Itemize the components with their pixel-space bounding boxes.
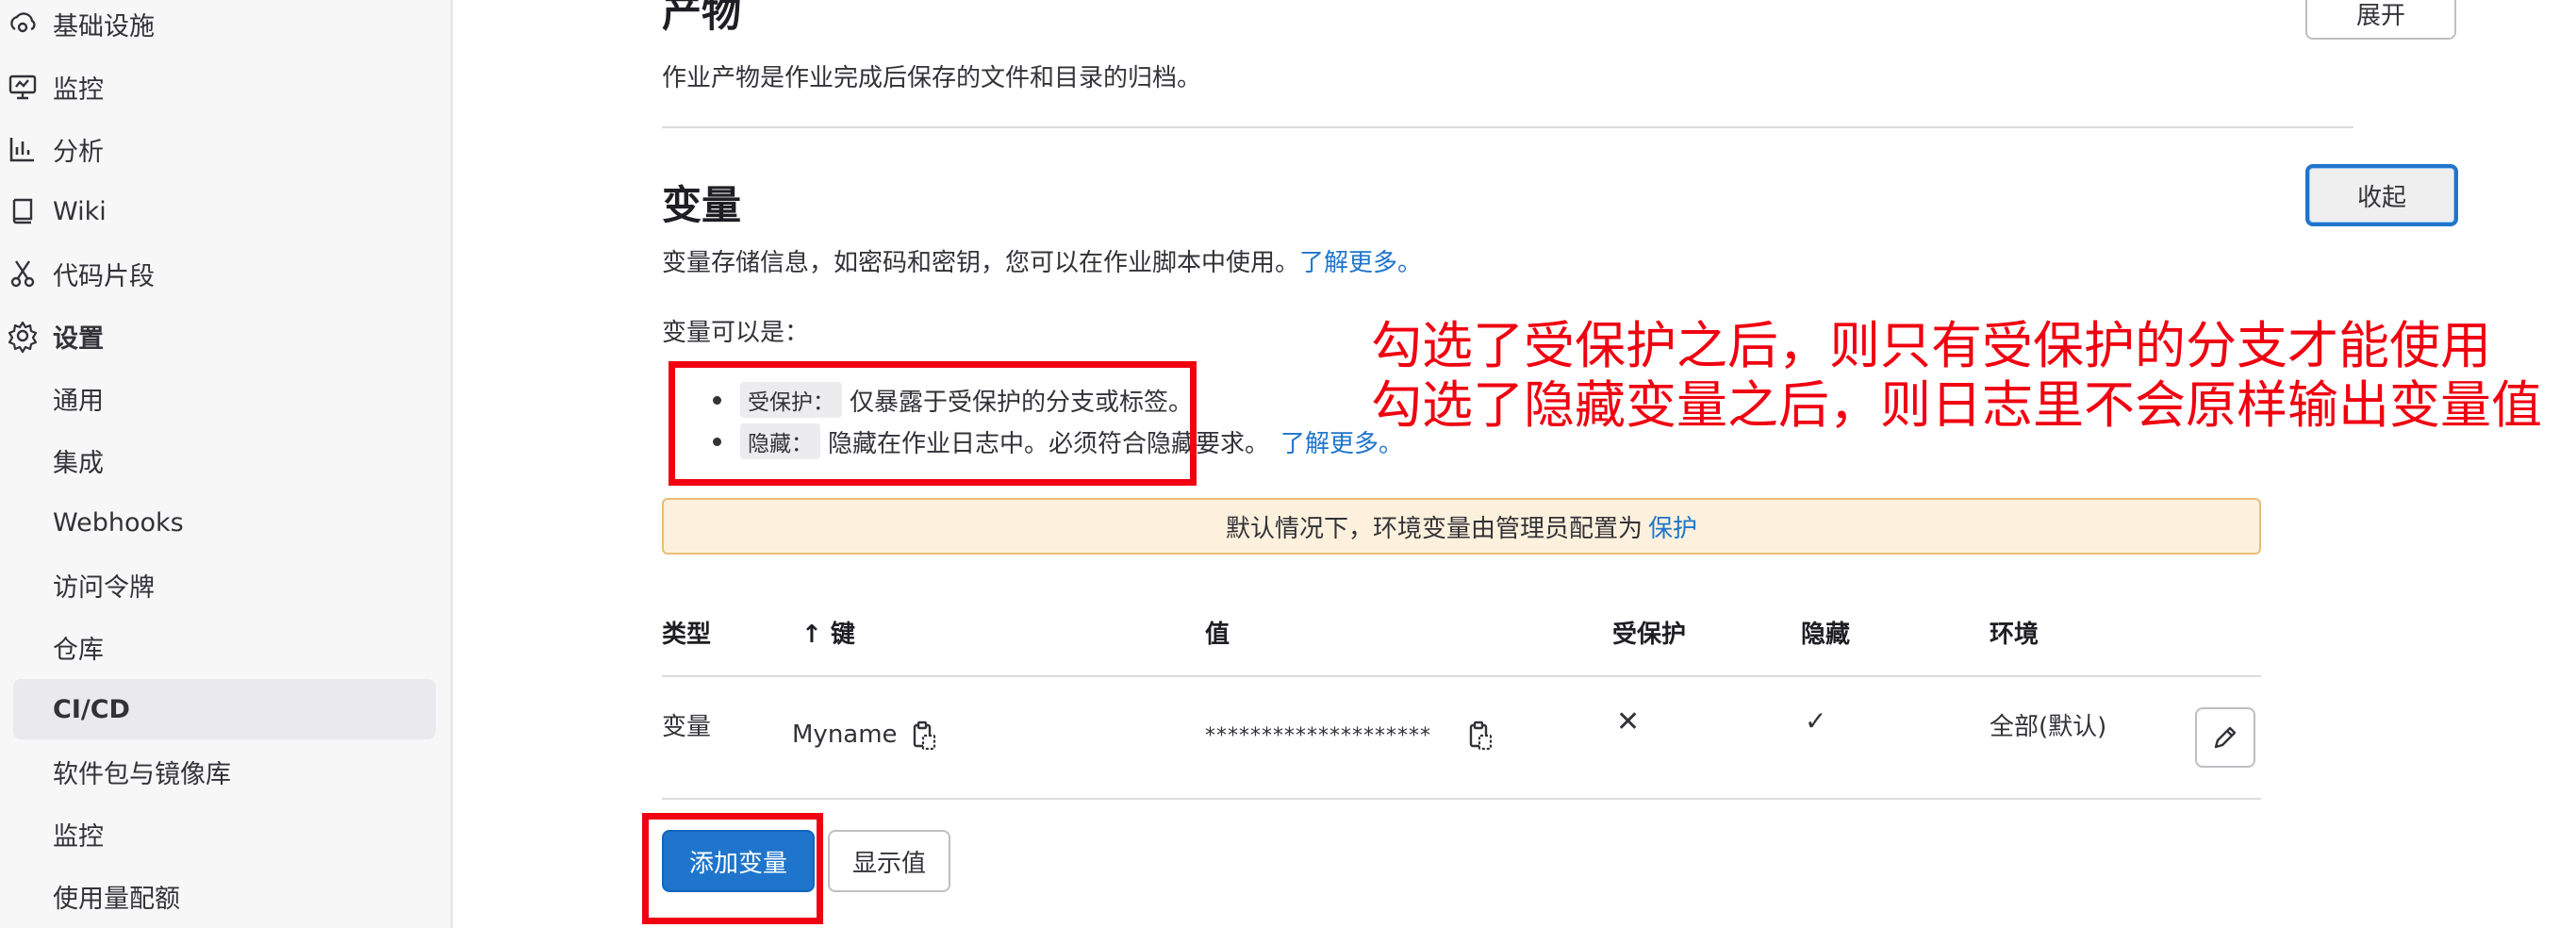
sidebar-item-webhooks[interactable]: Webhooks [0, 492, 434, 553]
cell-protected-x-icon: ✕ [1616, 705, 1641, 738]
sidebar-item-integrations[interactable]: 集成 [0, 430, 434, 490]
edit-variable-button[interactable] [2195, 707, 2255, 768]
gear-icon [8, 321, 38, 354]
annotation-highlight-box [669, 361, 1197, 486]
column-header-type: 类型 [662, 621, 712, 649]
sidebar-item-label: 监控 [53, 75, 104, 105]
cell-type: 变量 [662, 713, 712, 741]
sidebar-item-label: Wiki [53, 196, 107, 226]
sidebar-item-usage-quotas[interactable]: 使用量配额 [0, 866, 434, 926]
cell-value: ******************** [1205, 724, 1431, 748]
variables-title: 变量 [662, 182, 742, 228]
sidebar: 基础设施 监控 分析 Wiki 代码片段 设置 通用 集成 Webhooks 访… [0, 0, 453, 928]
sidebar-item-packages[interactable]: 软件包与镜像库 [0, 741, 434, 802]
sidebar-item-label: 仓库 [53, 635, 104, 665]
artifacts-description: 作业产物是作业完成后保存的文件和目录的归档。 [662, 64, 1202, 92]
chart-icon [9, 138, 34, 162]
sidebar-item-monitor-settings[interactable]: 监控 [0, 804, 434, 864]
sidebar-item-cicd[interactable]: CI/CD [13, 679, 436, 739]
sidebar-item-label: 通用 [53, 386, 104, 416]
cell-masked-check-icon: ✓ [1805, 705, 1827, 737]
table-row-divider [662, 798, 2261, 800]
variables-can-be-label: 变量可以是： [662, 319, 810, 347]
column-header-masked: 隐藏 [1801, 621, 1851, 649]
sidebar-item-general[interactable]: 通用 [0, 368, 434, 428]
sidebar-item-infrastructure[interactable]: 基础设施 [0, 0, 434, 54]
column-header-key[interactable]: ↑ 键 [801, 615, 855, 650]
scissors-icon [10, 260, 35, 288]
sidebar-item-settings[interactable]: 设置 [0, 306, 434, 366]
section-divider [662, 126, 2353, 128]
sidebar-item-label: 代码片段 [53, 261, 155, 291]
copy-key-icon[interactable] [913, 721, 937, 751]
table-header-divider [662, 675, 2261, 677]
artifacts-title: 产物 [662, 0, 742, 36]
column-header-protected: 受保护 [1612, 621, 1687, 649]
cloud-gear-icon [10, 12, 36, 33]
sidebar-item-access-tokens[interactable]: 访问令牌 [0, 555, 434, 615]
sidebar-item-label: 使用量配额 [53, 884, 180, 914]
main-content: 产物 展开 作业产物是作业完成后保存的文件和目录的归档。 变量 收起 变量存储信… [451, 0, 2576, 928]
variables-description: 变量存储信息，如密码和密钥，您可以在作业脚本中使用。了解更多。 [662, 243, 1422, 278]
learn-more-link[interactable]: 了解更多。 [1299, 249, 1422, 277]
annotation-text: 勾选了隐藏变量之后，则日志里不会原样输出变量值 [1371, 375, 2542, 435]
column-header-environment: 环境 [1990, 621, 2039, 649]
expand-button[interactable]: 展开 [2305, 0, 2456, 40]
variables-description-text: 变量存储信息，如密码和密钥，您可以在作业脚本中使用。 [662, 249, 1300, 277]
sidebar-item-label: CI/CD [53, 694, 130, 724]
copy-value-icon[interactable] [1469, 721, 1494, 751]
sidebar-item-label: 设置 [53, 323, 104, 354]
alert-text: 默认情况下，环境变量由管理员配置为 [1225, 514, 1643, 543]
annotation-highlight-box [642, 813, 823, 924]
alert-protect-link[interactable]: 保护 [1648, 509, 1697, 544]
sidebar-item-label: 分析 [53, 137, 104, 167]
sidebar-item-label: 监控 [53, 821, 104, 852]
sidebar-item-analytics[interactable]: 分析 [0, 119, 434, 179]
pencil-icon [2214, 726, 2237, 749]
column-header-value: 值 [1205, 621, 1230, 649]
collapse-button[interactable]: 收起 [2305, 164, 2458, 226]
info-alert: 默认情况下，环境变量由管理员配置为 保护 [662, 498, 2261, 555]
reveal-values-button[interactable]: 显示值 [828, 830, 950, 892]
sidebar-item-repository[interactable]: 仓库 [0, 617, 434, 677]
sidebar-item-label: 软件包与镜像库 [53, 759, 231, 789]
sidebar-item-label: 基础设施 [53, 11, 155, 41]
sidebar-item-snippets[interactable]: 代码片段 [0, 243, 434, 304]
cell-key: Myname [792, 721, 898, 749]
sidebar-item-wiki[interactable]: Wiki [0, 181, 434, 241]
sidebar-item-label: Webhooks [53, 507, 184, 538]
monitor-icon [8, 75, 37, 100]
sidebar-item-label: 访问令牌 [53, 572, 155, 603]
sidebar-item-monitor[interactable]: 监控 [0, 57, 434, 117]
book-icon [12, 198, 33, 224]
sidebar-item-label: 集成 [53, 448, 104, 478]
cell-environment: 全部(默认) [1990, 713, 2107, 741]
